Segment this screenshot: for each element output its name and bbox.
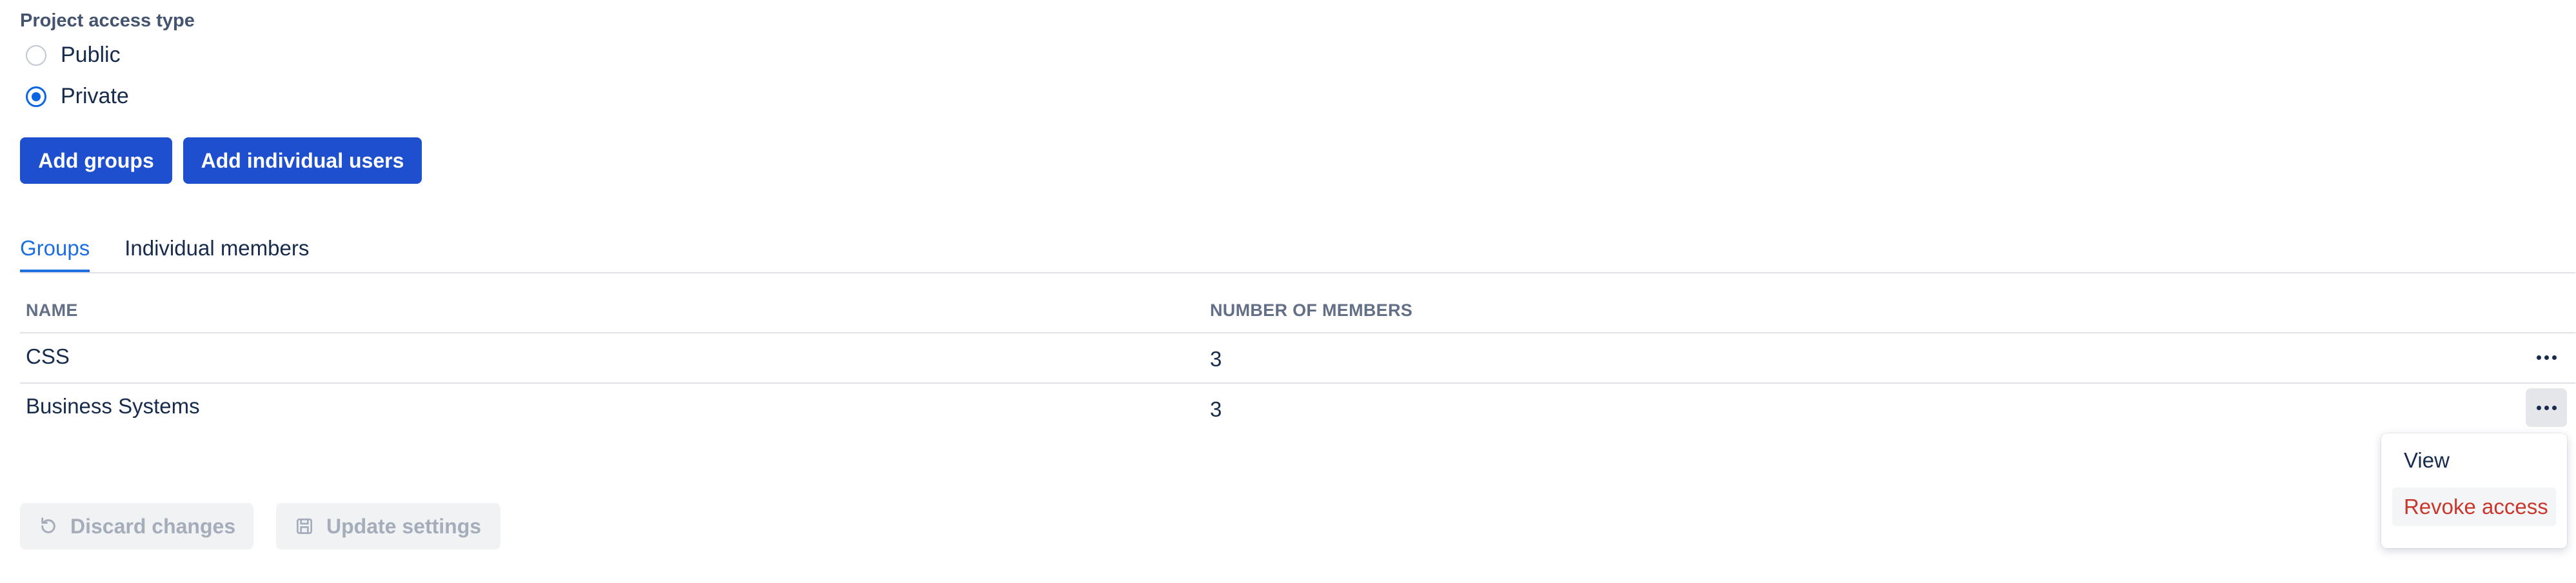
tab-groups[interactable]: Groups [20, 236, 90, 272]
project-access-type-label: Project access type [20, 10, 195, 31]
public-radio-label[interactable]: Public [61, 43, 121, 68]
tab-individual-members[interactable]: Individual members [124, 236, 309, 272]
column-header-name: NAME [26, 301, 78, 320]
tabs-divider [20, 272, 2575, 273]
private-radio[interactable] [26, 86, 46, 107]
table-row-name: Business Systems [26, 394, 200, 418]
row-actions-menu: View Revoke access [2381, 433, 2567, 548]
discard-changes-button[interactable]: Discard changes [20, 503, 253, 549]
radio-option-public[interactable]: Public [26, 43, 121, 68]
private-radio-label[interactable]: Private [61, 84, 129, 109]
save-icon [297, 519, 312, 534]
row-actions-button[interactable] [2526, 338, 2567, 377]
radio-option-private[interactable]: Private [26, 84, 129, 109]
table-row-name: CSS [26, 344, 70, 368]
row-divider [20, 382, 2575, 384]
tab-list: Groups Individual members [20, 236, 344, 272]
menu-item-view[interactable]: View [2392, 441, 2556, 480]
table-row-members: 3 [1210, 397, 1222, 421]
row-actions-button[interactable] [2526, 388, 2567, 427]
add-individual-users-button[interactable]: Add individual users [183, 137, 422, 184]
column-header-number-of-members: NUMBER OF MEMBERS [1210, 301, 1413, 320]
project-access-settings: Project access type Public Private Add g… [0, 0, 2576, 583]
header-divider [20, 332, 2575, 333]
more-horizontal-icon [2536, 355, 2557, 360]
public-radio[interactable] [26, 44, 46, 66]
discard-changes-label: Discard changes [70, 514, 236, 538]
undo-icon [41, 517, 55, 533]
table-row-members: 3 [1210, 347, 1222, 371]
more-horizontal-icon [2536, 405, 2557, 410]
menu-item-revoke-access[interactable]: Revoke access [2392, 488, 2556, 526]
update-settings-button[interactable]: Update settings [276, 503, 500, 549]
add-groups-button[interactable]: Add groups [20, 137, 172, 184]
update-settings-label: Update settings [326, 514, 482, 538]
